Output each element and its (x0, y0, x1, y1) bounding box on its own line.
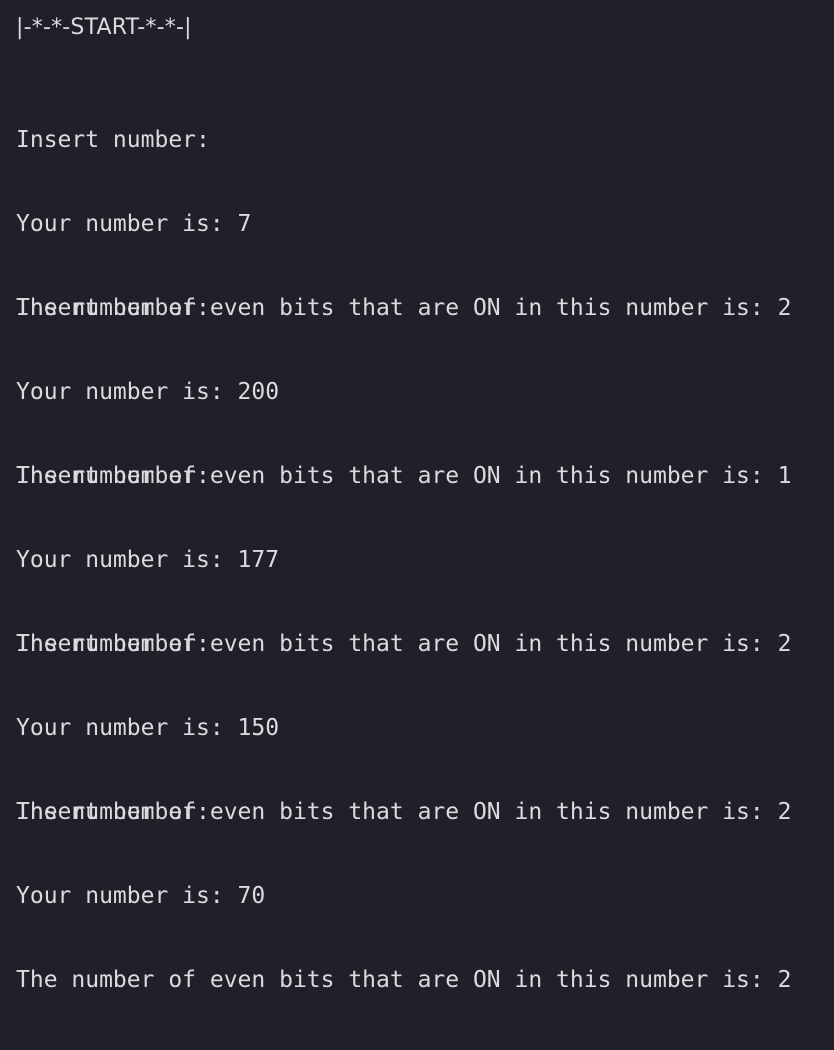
start-banner: |-*-*-START-*-*-| (16, 15, 192, 40)
your-number-line: Your number is: 7 (16, 211, 252, 237)
insert-number-prompt: Insert number: (16, 631, 210, 657)
terminal-output: |-*-*-START-*-*-| Insert number: Your nu… (0, 0, 834, 993)
your-number-line: Your number is: 200 (16, 379, 280, 405)
insert-number-prompt: Insert number: (16, 799, 210, 825)
your-number-line: Your number is: 150 (16, 715, 280, 741)
insert-number-prompt: Insert number: (16, 463, 210, 489)
insert-number-prompt: Insert number: (16, 127, 210, 153)
your-number-line: Your number is: 177 (16, 547, 280, 573)
output-entry: Insert number: Your number is: 70 The nu… (16, 742, 791, 1050)
your-number-line: Your number is: 70 (16, 883, 266, 909)
insert-number-prompt: Insert number: (16, 295, 210, 321)
even-bits-result-line: The number of even bits that are ON in t… (16, 967, 792, 993)
